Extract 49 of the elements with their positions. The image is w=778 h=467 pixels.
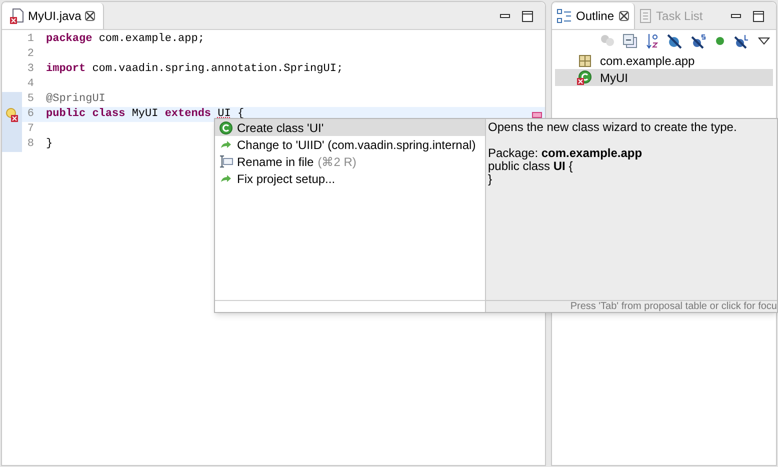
java-file-error-icon [10,8,24,24]
info-text: Opens the new class wizard to create the type. [488,121,738,134]
proposal-item[interactable]: Create class 'UI' [215,119,485,136]
outline-icon [557,9,571,23]
code-line: package com.example.app; [46,32,204,48]
arrow-icon [220,140,232,150]
status-hint: Press 'Tab' from proposal table or click for focu [486,300,777,312]
line-number: 3 [26,62,34,78]
maximize-icon[interactable] [522,10,533,22]
class-error-icon [577,70,592,85]
view-tab[interactable]: Outline [552,3,636,29]
line-number: 1 [26,32,34,48]
proposal-item[interactable]: Change to 'UIID' (com.vaadin.spring.internal) [215,136,485,153]
line-number: 6 [26,107,34,122]
line-number: 4 [26,77,34,92]
proposal-item[interactable]: Fix project setup... [215,170,485,187]
document-icon [640,9,652,23]
minimize-icon[interactable] [500,14,510,18]
info-text: Package: com.example.app [488,147,644,160]
code-line: } [46,137,53,152]
view-menu-icon[interactable] [758,37,770,45]
tree-item[interactable]: MyUI [555,69,773,86]
minimize-icon[interactable] [731,14,741,18]
arrow-icon [220,174,232,184]
hide-fields-icon[interactable] [667,34,682,48]
maximize-icon[interactable] [753,10,764,22]
proposal-item[interactable]: Rename in file (⌘2 R) [215,153,485,170]
tree-item[interactable]: com.example.app [555,52,773,69]
info-text: } [488,173,492,186]
line-number: 5 [26,92,34,108]
error-overview-mark[interactable] [532,112,542,118]
line-number: 8 [26,137,34,152]
class-icon [219,120,233,134]
code-line: @SpringUI [46,92,106,108]
line-number: 2 [26,47,34,62]
code-line: import com.vaadin.spring.annotation.SpringUI; [46,62,344,78]
close-icon[interactable] [619,11,630,21]
collapse-all-icon[interactable] [623,34,637,48]
info-text: public class UI { [488,160,573,173]
line-number: 7 [26,122,34,138]
rename-icon [219,155,233,168]
editor-tab[interactable]: MyUI.java [2,3,104,29]
public-members-icon[interactable] [715,36,725,46]
close-icon[interactable] [85,11,96,21]
hide-local-types-icon[interactable] [734,34,749,48]
package-icon [578,54,592,68]
error-marker-icon[interactable] [5,108,19,122]
sort-icon[interactable] [646,33,658,49]
hide-static-icon[interactable] [691,34,706,48]
